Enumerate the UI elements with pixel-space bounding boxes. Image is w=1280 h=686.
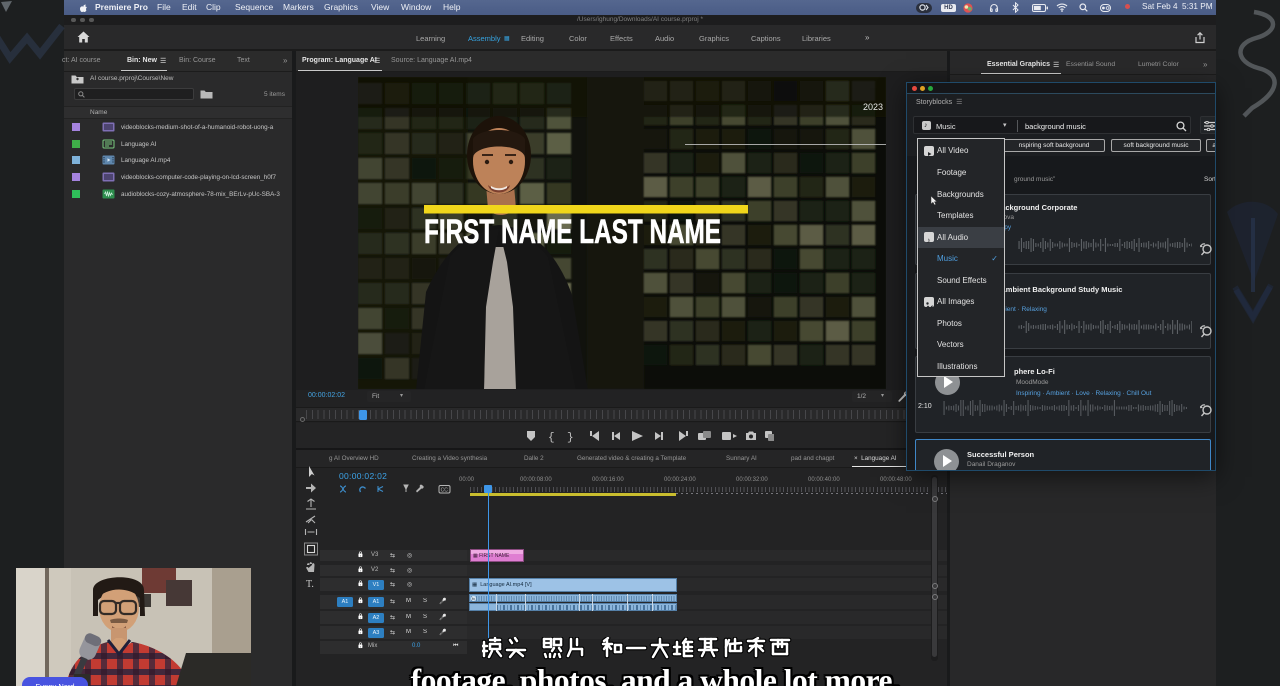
svg-text:♪: ♪ — [927, 236, 931, 245]
